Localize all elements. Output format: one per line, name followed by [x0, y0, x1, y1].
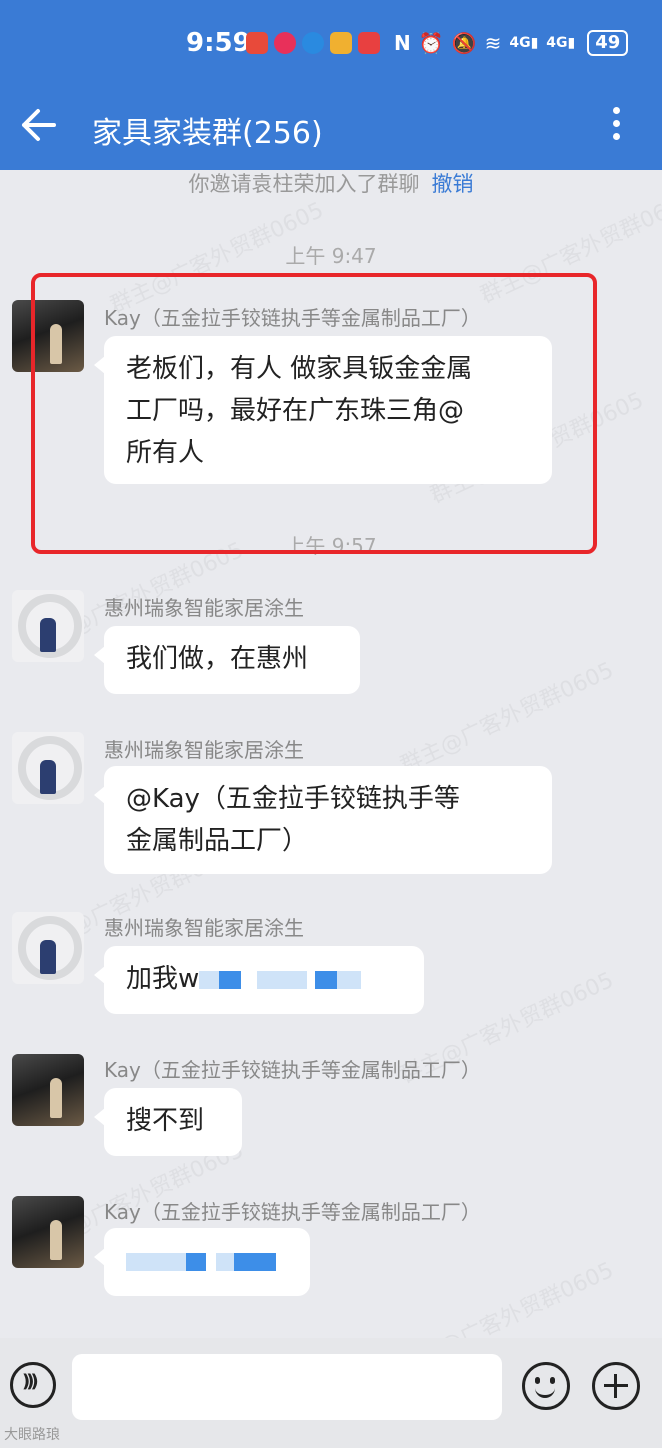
status-time: 9:59	[186, 28, 251, 58]
blurred-content	[199, 964, 362, 994]
battery-indicator: 49	[587, 30, 629, 56]
notification-app-icon	[274, 32, 296, 54]
message-line: 加我w	[126, 964, 200, 994]
timestamp: 上午 9:47	[285, 244, 377, 268]
notification-app-icon	[302, 32, 324, 54]
message-input[interactable]	[72, 1354, 502, 1420]
message-bubble[interactable]: 搜不到	[94, 1088, 242, 1156]
message-line: 我们做，在惠州	[126, 644, 309, 674]
avatar[interactable]	[12, 590, 84, 662]
sender-name: 惠州瑞象智能家居涂生	[104, 596, 304, 620]
wifi-icon: ≋	[484, 31, 502, 55]
notification-app-icon	[246, 32, 268, 54]
sender-name: 惠州瑞象智能家居涂生	[104, 916, 304, 940]
avatar[interactable]	[12, 912, 84, 984]
sender-name: 惠州瑞象智能家居涂生	[104, 738, 304, 762]
system-message: 你邀请袁柱荣加入了群聊 撤销	[0, 168, 662, 198]
message-bubble[interactable]: 我们做，在惠州	[94, 626, 360, 694]
highlight-box	[31, 273, 597, 554]
system-icons: N ⏰ 🔕 ≋ 4G▮ 4G▮ 49	[394, 30, 629, 56]
notification-app-icon	[358, 32, 380, 54]
message-bubble[interactable]: 加我w	[94, 946, 424, 1014]
voice-input-icon[interactable]	[10, 1362, 56, 1408]
nfc-icon: N	[394, 31, 411, 55]
avatar[interactable]	[12, 1196, 84, 1268]
sender-name: Kay（五金拉手铰链执手等金属制品工厂）	[104, 1058, 481, 1082]
message-line: @Kay（五金拉手铰链执手等	[126, 784, 460, 814]
app-header: 9:59 N ⏰ 🔕 ≋ 4G▮ 4G▮ 49 家具家装群(256)	[0, 0, 662, 170]
add-more-icon[interactable]	[592, 1362, 640, 1410]
back-arrow-icon[interactable]	[18, 105, 58, 145]
mail-icon	[330, 32, 352, 54]
avatar[interactable]	[12, 1054, 84, 1126]
avatar[interactable]	[12, 732, 84, 804]
mute-icon: 🔕	[451, 31, 477, 55]
message-bubble[interactable]: @Kay（五金拉手铰链执手等 金属制品工厂）	[94, 766, 552, 874]
signal-icon: 4G▮	[509, 35, 539, 51]
message-line: 搜不到	[126, 1106, 205, 1136]
signal-icon: 4G▮	[546, 35, 576, 51]
message-bubble[interactable]	[94, 1228, 310, 1296]
alarm-icon: ⏰	[418, 31, 444, 55]
watermark: 群主@广客外贸群0605	[396, 657, 618, 779]
notification-icons	[246, 32, 380, 54]
emoji-icon[interactable]	[522, 1362, 570, 1410]
chat-title: 家具家装群(256)	[92, 116, 323, 151]
blurred-content	[126, 1246, 276, 1276]
corner-watermark: 大眼路琅	[4, 1427, 60, 1443]
status-bar: 9:59 N ⏰ 🔕 ≋ 4G▮ 4G▮ 49	[0, 24, 662, 64]
system-message-text: 你邀请袁柱荣加入了群聊	[188, 172, 420, 196]
sender-name: Kay（五金拉手铰链执手等金属制品工厂）	[104, 1200, 481, 1224]
more-menu-icon[interactable]	[604, 104, 628, 148]
message-line: 金属制品工厂）	[126, 826, 309, 856]
undo-link[interactable]: 撤销	[432, 172, 474, 196]
